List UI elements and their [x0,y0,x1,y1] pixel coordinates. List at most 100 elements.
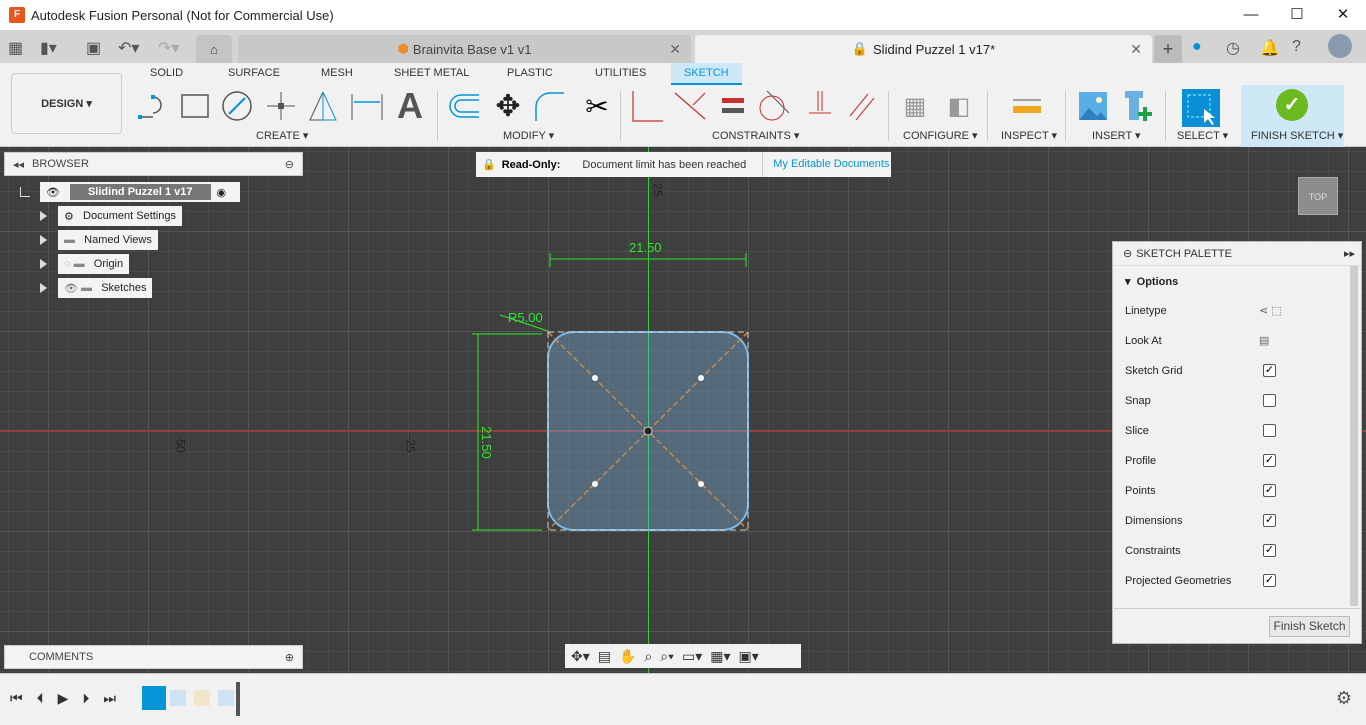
rectangle-tool-icon[interactable] [178,89,212,123]
view-cube[interactable]: TOP [1298,177,1338,215]
tab-solid[interactable]: SOLID [150,67,183,79]
parallel-constraint-icon[interactable] [845,89,879,123]
select-tool-icon[interactable] [1182,89,1220,127]
comments-header[interactable]: COMMENTS ⊕ [4,645,303,669]
minimize-panel-icon[interactable]: ⊖ [1123,247,1132,260]
play-icon[interactable]: ▶ [58,690,69,707]
file-menu-icon[interactable]: ▮▾ [40,38,57,58]
expand-icon[interactable] [40,259,47,269]
orbit-icon[interactable]: ✥▾ [571,648,590,665]
width-dimension[interactable]: 21.50 [629,240,662,255]
pan-icon[interactable]: ✋ [619,648,636,665]
collinear-constraint-icon[interactable] [673,89,707,123]
triangle-tool-icon[interactable] [306,89,340,123]
palette-checkbox[interactable]: ✓ [1263,484,1276,497]
help-icon[interactable]: ? [1292,38,1301,56]
palette-checkbox[interactable] [1263,424,1276,437]
look-at-icon[interactable]: ▤ [1259,334,1269,347]
fit-icon[interactable]: ⌕▾ [660,648,674,665]
go-to-start-icon[interactable]: ⏮ [10,690,23,707]
workspace-switcher[interactable]: DESIGN ▾ [11,73,122,134]
close-tab-icon[interactable]: ✕ [1130,41,1142,58]
point-tool-icon[interactable] [264,89,298,123]
zoom-icon[interactable]: ⌕ [644,648,652,665]
minimize-button[interactable]: — [1228,0,1274,30]
insert-mcmaster-icon[interactable] [1120,89,1154,123]
offset-tool-icon[interactable] [447,89,481,123]
save-icon[interactable]: ▣ [86,38,101,58]
expand-icon[interactable] [40,283,47,293]
timeline-settings-icon[interactable]: ⚙ [1336,688,1352,709]
browser-root[interactable]: 👁 Slidind Puzzel 1 v17 ◉ [40,182,240,202]
timeline-feature[interactable] [218,690,234,706]
display-settings-icon[interactable]: ▭▾ [682,648,702,665]
extensions-icon[interactable]: ● [1192,38,1202,56]
options-section[interactable]: ▾ Options [1125,275,1178,288]
sketch-geometry[interactable] [460,237,780,557]
tab-plastic[interactable]: PLASTIC [507,67,553,79]
apps-grid-icon[interactable]: ▦ [8,38,23,58]
coincident-constraint-icon[interactable] [630,89,664,123]
viewports-icon[interactable]: ▣▾ [739,648,759,665]
my-editable-documents-link[interactable]: My Editable Documents [762,152,889,177]
notifications-icon[interactable]: 🔔 [1260,38,1280,58]
redo-icon[interactable]: ↷▾ [158,38,179,58]
palette-checkbox[interactable] [1263,394,1276,407]
linetype-icon[interactable]: ⋖ ⬚ [1259,304,1282,317]
tangent-constraint-icon[interactable] [757,89,791,123]
finish-sketch-button[interactable]: Finish Sketch [1269,616,1350,637]
palette-checkbox[interactable]: ✓ [1263,454,1276,467]
tab-sliding-puzzel[interactable]: 🔒 Slidind Puzzel 1 v17* ✕ [695,35,1152,63]
maximize-button[interactable]: ☐ [1274,0,1320,30]
grid-settings-icon[interactable]: ▦▾ [710,648,730,665]
measure-icon[interactable] [1010,89,1044,123]
timeline-feature[interactable] [170,690,186,706]
avatar[interactable] [1328,34,1352,58]
palette-scrollbar[interactable] [1350,266,1358,606]
browser-item-document-settings[interactable]: ⚙ Document Settings [58,206,182,226]
insert-menu[interactable]: INSERT ▾ [1092,129,1141,142]
eye-icon[interactable]: 👁 [46,186,60,199]
line-tool-icon[interactable] [136,89,170,123]
finish-sketch-area[interactable]: ✓ FINISH SKETCH ▾ [1241,85,1344,147]
tab-sheet-metal[interactable]: SHEET METAL [394,67,469,79]
select-menu[interactable]: SELECT ▾ [1177,129,1228,142]
active-radio-icon[interactable]: ◉ [217,186,227,199]
look-at-icon[interactable]: ▤ [598,648,611,665]
palette-header[interactable]: ⊖ SKETCH PALETTE ▸▸ [1113,242,1361,266]
browser-item-sketches[interactable]: 👁 ▬ Sketches [58,278,153,298]
minimize-panel-icon[interactable]: ⊖ [285,158,294,171]
finish-sketch-check-icon[interactable]: ✓ [1276,89,1308,121]
job-status-icon[interactable]: ◷ [1226,38,1240,58]
dimension-tool-icon[interactable] [350,89,384,123]
close-button[interactable]: ✕ [1320,0,1366,30]
tab-brainvita[interactable]: ⬢ Brainvita Base v1 v1 ✕ [238,35,691,63]
timeline-sketch-feature[interactable] [142,686,166,710]
palette-checkbox[interactable]: ✓ [1263,544,1276,557]
new-tab-button[interactable]: + [1154,35,1182,63]
step-back-icon[interactable]: ⏴ [37,690,44,707]
browser-item-named-views[interactable]: ▬ Named Views [58,230,158,250]
expand-panel-icon[interactable]: ▸▸ [1344,247,1355,260]
palette-checkbox[interactable]: ✓ [1263,514,1276,527]
equal-constraint-icon[interactable] [716,89,750,123]
undo-icon[interactable]: ↶▾ [118,38,139,58]
tab-surface[interactable]: SURFACE [228,67,280,79]
height-dimension[interactable]: 21.50 [479,426,494,459]
palette-checkbox[interactable]: ✓ [1263,364,1276,377]
radius-dimension[interactable]: R5.00 [508,310,543,325]
add-comment-icon[interactable]: ⊕ [285,651,294,664]
tab-sketch[interactable]: SKETCH [671,63,742,85]
eye-hidden-icon[interactable]: ◌ [64,258,71,270]
timeline-feature[interactable] [194,690,210,706]
horizontal-vertical-constraint-icon[interactable] [803,89,837,123]
fillet-tool-icon[interactable] [533,89,567,123]
tab-utilities[interactable]: UTILITIES [595,67,646,79]
timeline-marker[interactable] [236,682,240,716]
expand-icon[interactable] [40,211,47,221]
collapse-root-icon[interactable] [20,187,30,197]
home-tab[interactable]: ⌂ [196,35,232,63]
close-tab-icon[interactable]: ✕ [669,41,681,58]
finish-sketch-menu[interactable]: FINISH SKETCH ▾ [1251,129,1343,142]
configure-menu[interactable]: CONFIGURE ▾ [903,129,978,142]
